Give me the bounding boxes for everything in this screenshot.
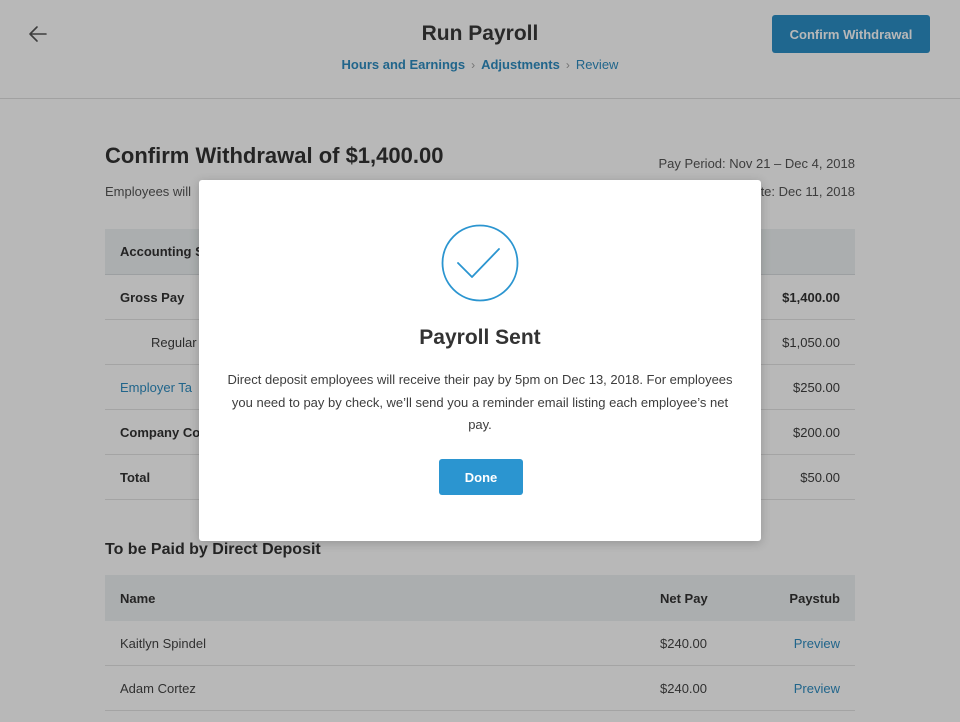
payroll-sent-modal: Payroll Sent Direct deposit employees wi… xyxy=(199,180,761,541)
done-button[interactable]: Done xyxy=(439,459,523,495)
modal-title: Payroll Sent xyxy=(419,326,541,349)
checkmark-circle-icon xyxy=(441,224,519,302)
modal-message: Direct deposit employees will receive th… xyxy=(227,372,733,432)
